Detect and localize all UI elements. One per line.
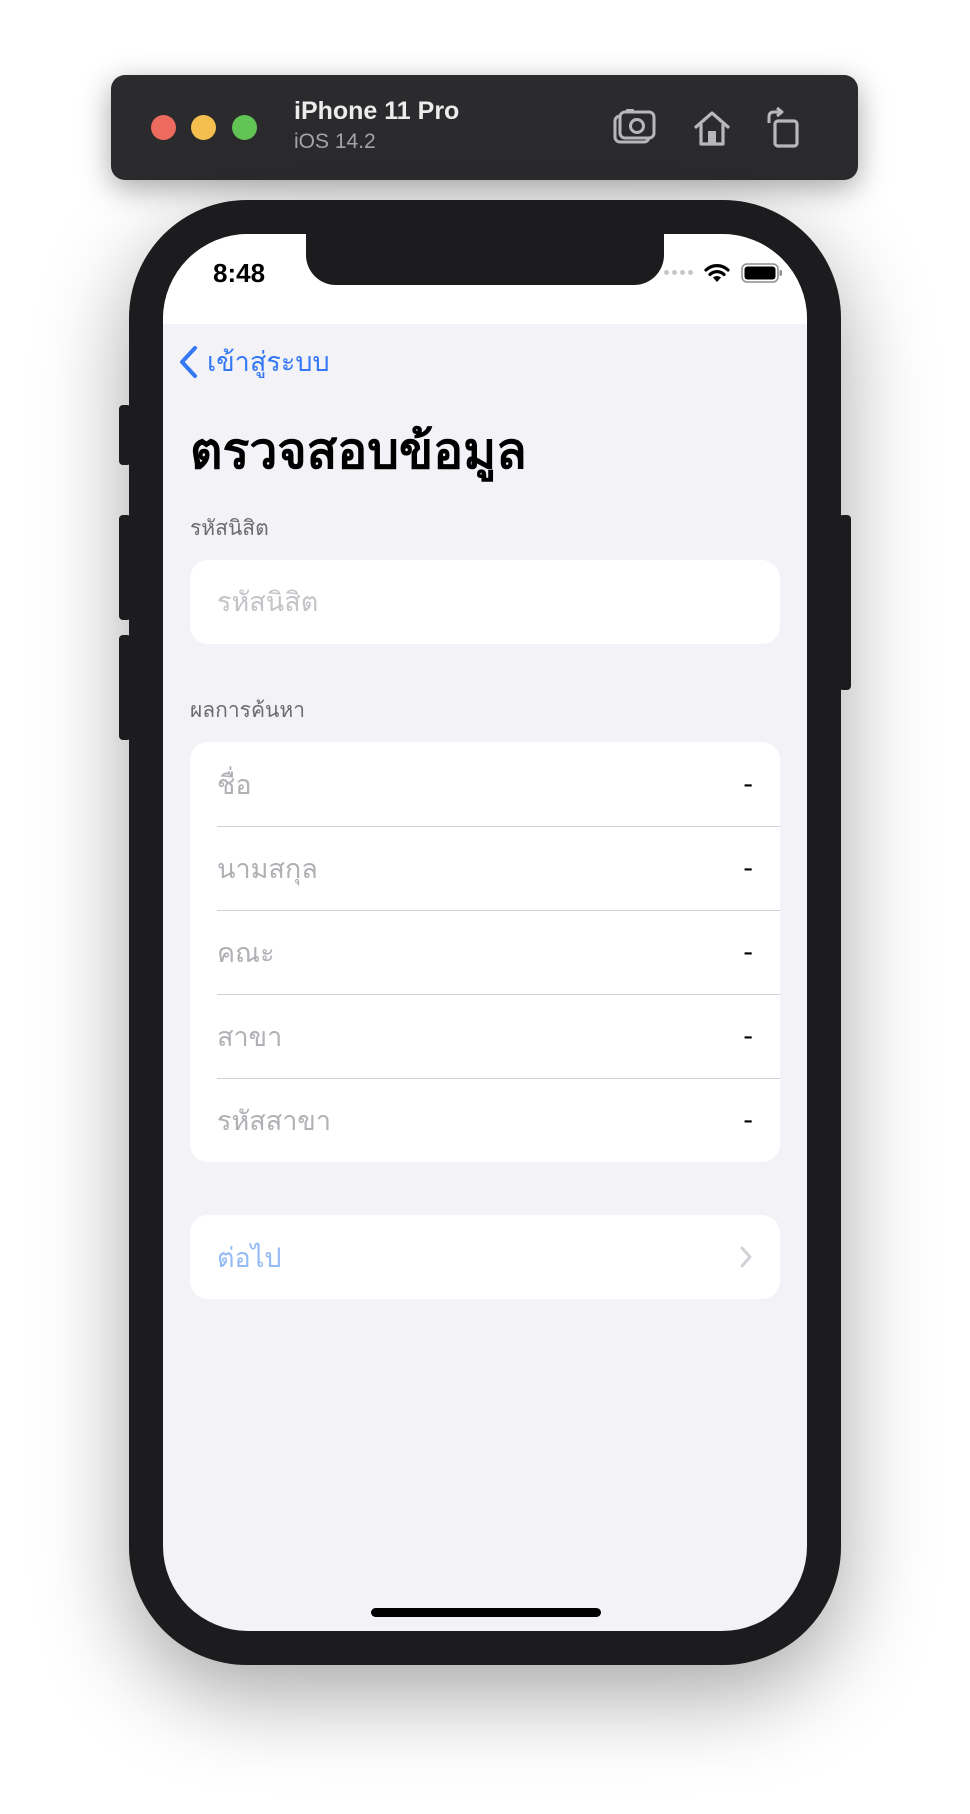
- back-button[interactable]: เข้าสู่ระบบ: [177, 340, 330, 383]
- result-label: ชื่อ: [217, 769, 252, 801]
- results-card: ชื่อ - นามสกุล - คณะ - สาขา - รหัสสาขา -: [190, 742, 780, 1162]
- os-version: iOS 14.2: [294, 130, 376, 153]
- home-button[interactable]: [689, 105, 735, 151]
- zoom-window-button[interactable]: [232, 115, 257, 140]
- volume-down-button: [119, 635, 131, 740]
- result-value: -: [743, 1020, 753, 1052]
- cellular-icon: [664, 270, 693, 275]
- rotate-button[interactable]: [761, 105, 807, 151]
- result-label: สาขา: [217, 1021, 283, 1053]
- student-id-card: [190, 560, 780, 644]
- status-time: 8:48: [213, 258, 266, 288]
- home-icon: [694, 111, 730, 146]
- rotate-icon: [767, 107, 799, 148]
- result-row-last-name: นามสกุล -: [190, 826, 780, 910]
- back-button-label: เข้าสู่ระบบ: [207, 347, 330, 378]
- next-card: ต่อไป: [190, 1215, 780, 1299]
- page-title: ตรวจสอบข้อมูล: [190, 422, 527, 480]
- next-button-label: ต่อไป: [217, 1242, 282, 1274]
- result-row-faculty: คณะ -: [190, 910, 780, 994]
- result-value: -: [743, 936, 753, 968]
- result-label: คณะ: [217, 937, 275, 969]
- result-label: นามสกุล: [217, 853, 318, 885]
- student-id-header: รหัสนิสิต: [190, 516, 269, 540]
- student-id-input[interactable]: [190, 560, 780, 644]
- screenshot-button[interactable]: [611, 105, 657, 151]
- power-button: [839, 515, 851, 690]
- minimize-window-button[interactable]: [191, 115, 216, 140]
- chevron-left-icon: [180, 345, 197, 378]
- result-value: -: [743, 852, 753, 884]
- result-row-major: สาขา -: [190, 994, 780, 1078]
- silent-switch: [119, 405, 131, 465]
- home-indicator[interactable]: [371, 1608, 601, 1617]
- simulator-titlebar: iPhone 11 Pro iOS 14.2: [111, 75, 858, 180]
- battery-icon: [741, 262, 782, 283]
- simulator-canvas: iPhone 11 Pro iOS 14.2 8:48 เข้าสู่ระบบ …: [0, 0, 970, 1814]
- status-icons: [664, 262, 783, 283]
- result-row-first-name: ชื่อ -: [190, 742, 780, 826]
- screenshot-icon: [613, 109, 656, 144]
- wifi-icon: [704, 264, 730, 282]
- volume-up-button: [119, 515, 131, 620]
- results-header: ผลการค้นหา: [190, 698, 305, 722]
- device-name: iPhone 11 Pro: [294, 97, 460, 125]
- result-label: รหัสสาขา: [217, 1105, 332, 1137]
- result-value: -: [743, 768, 753, 800]
- next-button[interactable]: ต่อไป: [190, 1215, 780, 1299]
- chevron-right-icon: [740, 1246, 752, 1268]
- result-row-major-code: รหัสสาขา -: [190, 1078, 780, 1162]
- phone-screen: 8:48 เข้าสู่ระบบ ตรวจสอบข้อมูล รหัสนิสิต…: [163, 234, 807, 1631]
- result-value: -: [743, 1104, 753, 1136]
- close-window-button[interactable]: [151, 115, 176, 140]
- notch: [306, 234, 664, 285]
